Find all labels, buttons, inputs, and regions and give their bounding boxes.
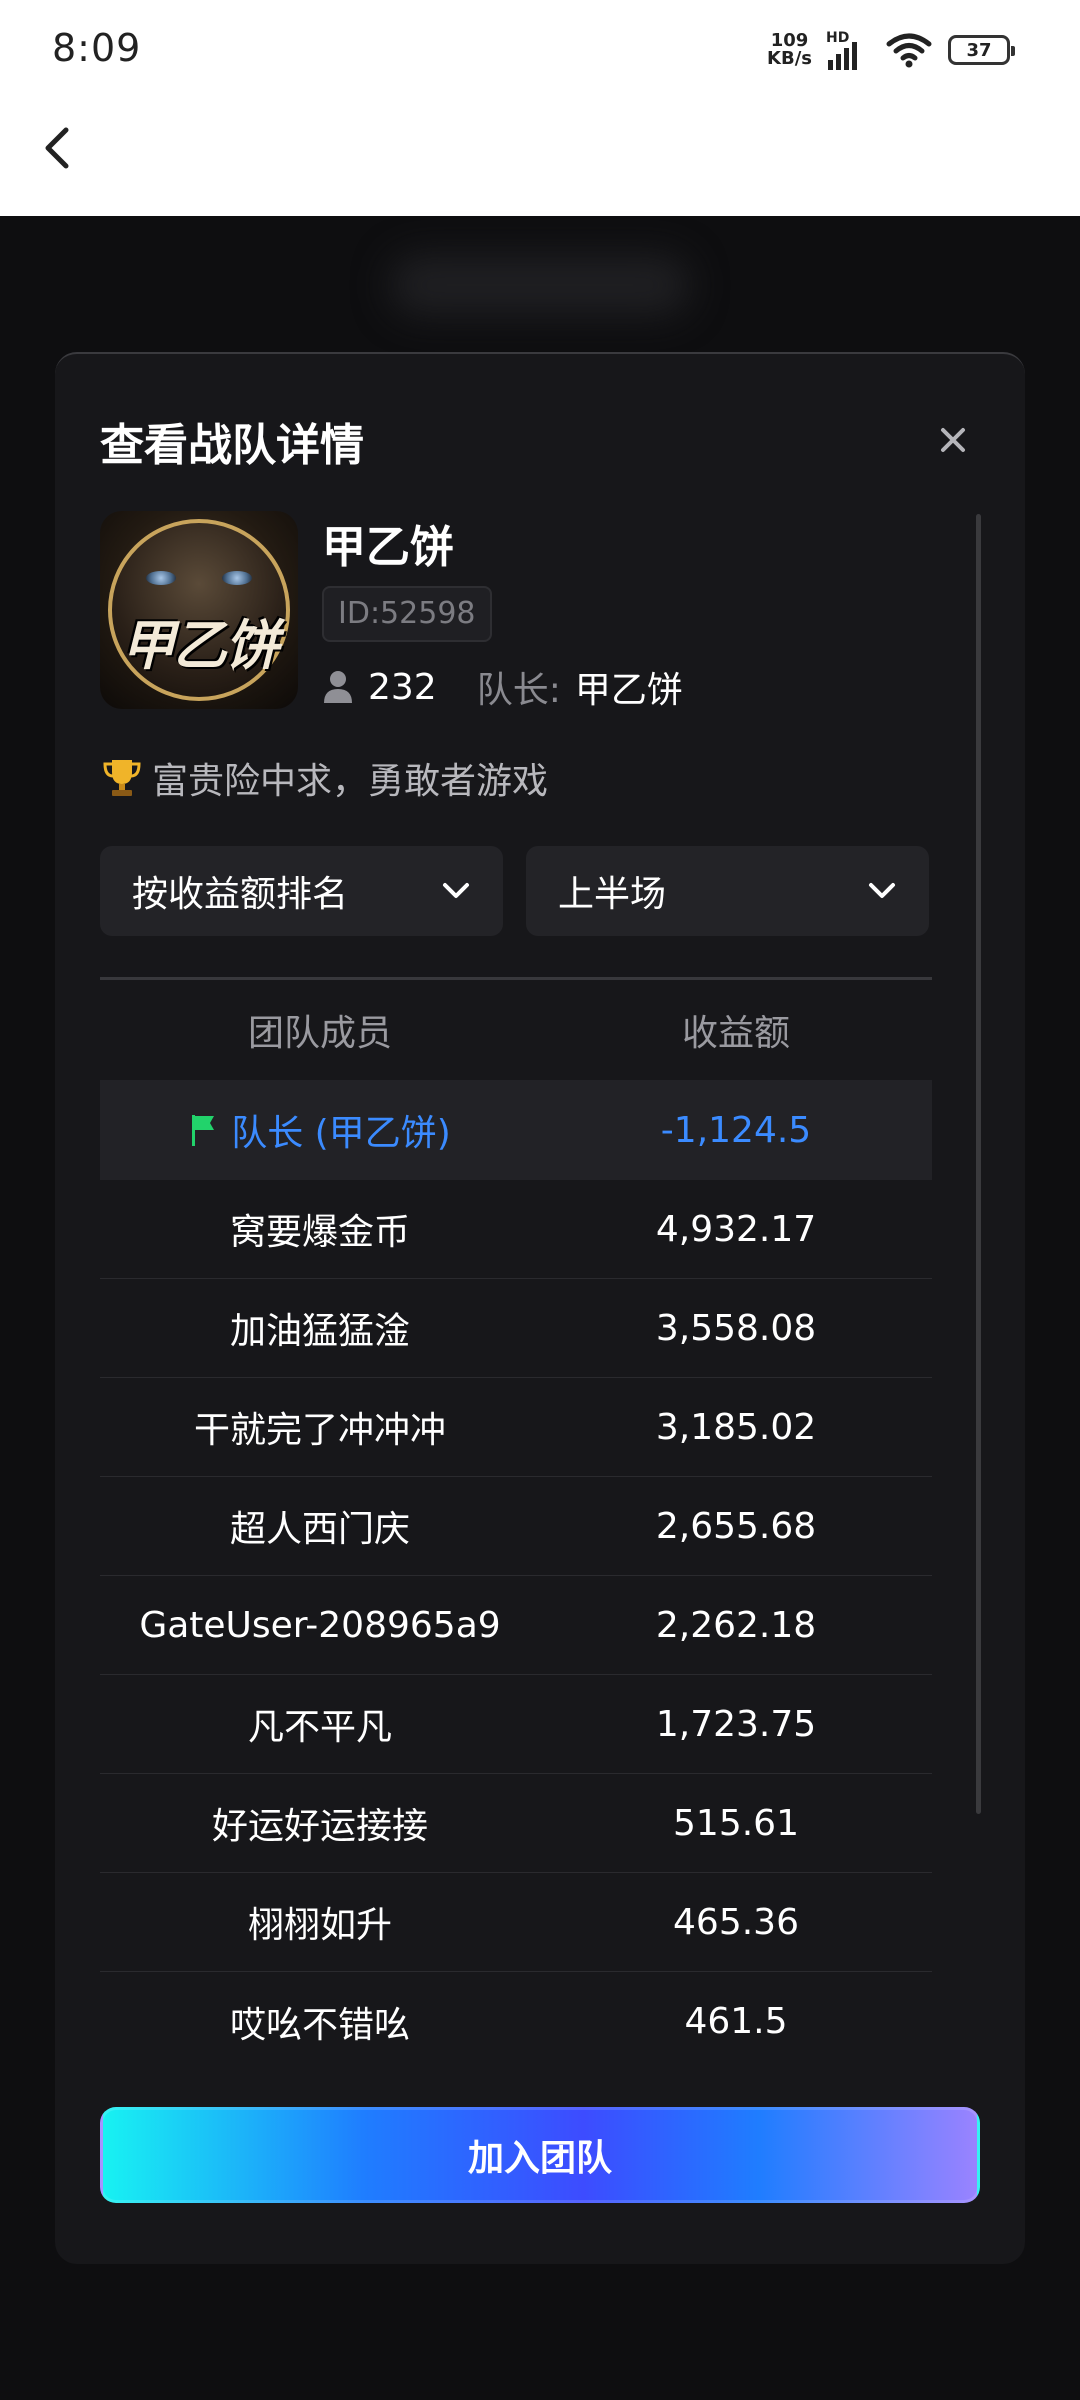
table-row[interactable]: 栩栩如升 465.36 bbox=[100, 1873, 932, 1972]
row-member: 窝要爆金币 bbox=[229, 1212, 410, 1253]
captain-name: 甲乙饼 bbox=[574, 670, 683, 711]
team-slogan: 富贵险中求，勇敢者游戏 bbox=[100, 752, 548, 804]
status-time: 8:09 bbox=[52, 26, 142, 70]
back-button[interactable] bbox=[34, 118, 78, 178]
signal-icon: HD bbox=[826, 30, 870, 70]
captain-row[interactable]: 队长 (甲乙饼) -1,124.5 bbox=[100, 1080, 932, 1180]
team-id-badge: ID:52598 bbox=[322, 586, 492, 642]
chevron-down-icon bbox=[443, 883, 469, 898]
row-member: 加油猛猛淦 bbox=[229, 1311, 410, 1352]
person-icon bbox=[324, 671, 352, 703]
captain-row-member: 队长 (甲乙饼) bbox=[231, 1113, 451, 1154]
row-member: 栩栩如升 bbox=[247, 1905, 392, 1946]
chevron-down-icon bbox=[869, 883, 895, 898]
header-member: 团队成员 bbox=[247, 1013, 392, 1054]
table-row[interactable]: 干就完了冲冲冲 3,185.02 bbox=[100, 1378, 932, 1477]
network-speed-unit: KB/s bbox=[767, 48, 812, 69]
row-member: GateUser-208965a9 bbox=[139, 1604, 501, 1646]
row-profit: 515.61 bbox=[673, 1802, 799, 1844]
team-avatar: 甲乙饼 bbox=[100, 511, 298, 709]
row-member: 凡不平凡 bbox=[247, 1707, 392, 1748]
row-profit: 461.5 bbox=[684, 2001, 788, 2042]
row-profit: 2,262.18 bbox=[655, 1604, 817, 1646]
table-row[interactable]: 超人西门庆 2,655.68 bbox=[100, 1477, 932, 1576]
chevron-left-icon bbox=[45, 127, 69, 169]
network-speed: 109 KB/s bbox=[767, 32, 812, 68]
battery-icon: 37 bbox=[948, 35, 1015, 65]
close-icon bbox=[941, 428, 965, 452]
captain-row-profit: -1,124.5 bbox=[660, 1109, 812, 1151]
table-row[interactable]: 窝要爆金币 4,932.17 bbox=[100, 1180, 932, 1279]
close-button[interactable] bbox=[933, 420, 973, 460]
team-detail-modal: 查看战队详情 甲乙饼 甲乙饼 ID:52598 232 队长: 甲乙饼 富贵险中… bbox=[55, 352, 1025, 2264]
period-select[interactable]: 上半场 bbox=[526, 846, 929, 936]
row-member: 干就完了冲冲冲 bbox=[193, 1410, 446, 1451]
row-member: 好运好运接接 bbox=[211, 1806, 428, 1847]
table-header: 团队成员 收益额 bbox=[100, 980, 932, 1080]
blurred-background-title bbox=[390, 255, 690, 315]
team-meta: 232 队长: 甲乙饼 bbox=[322, 659, 683, 715]
row-profit: 4,932.17 bbox=[655, 1208, 817, 1250]
wifi-icon bbox=[884, 30, 934, 70]
join-team-button[interactable]: 加入团队 bbox=[100, 2107, 980, 2203]
row-profit: 2,655.68 bbox=[655, 1505, 817, 1547]
table-row[interactable]: 哎吆不错吆 461.5 bbox=[100, 1972, 932, 2071]
top-bar: 8:09 109 KB/s HD 37 bbox=[0, 0, 1080, 216]
row-profit: 3,558.08 bbox=[655, 1307, 817, 1349]
table-row[interactable]: 好运好运接接 515.61 bbox=[100, 1774, 932, 1873]
table-row[interactable]: 凡不平凡 1,723.75 bbox=[100, 1675, 932, 1774]
scrollbar[interactable] bbox=[976, 514, 981, 1814]
avatar-logo-text: 甲乙饼 bbox=[121, 614, 279, 677]
row-member: 超人西门庆 bbox=[229, 1509, 410, 1550]
member-table: 团队成员 收益额 队长 (甲乙饼) -1,124.5 窝要爆金币 4,932.1… bbox=[100, 977, 932, 2071]
battery-level: 37 bbox=[966, 39, 992, 61]
captain-label: 队长: bbox=[476, 670, 561, 711]
flag-icon bbox=[192, 1115, 215, 1146]
team-name: 甲乙饼 bbox=[322, 522, 454, 573]
table-row[interactable]: 加油猛猛淦 3,558.08 bbox=[100, 1279, 932, 1378]
row-profit: 3,185.02 bbox=[655, 1406, 817, 1448]
slogan-text: 富贵险中求，勇敢者游戏 bbox=[152, 761, 549, 802]
row-member: 哎吆不错吆 bbox=[229, 2004, 410, 2046]
member-count: 232 bbox=[368, 666, 437, 708]
row-profit: 465.36 bbox=[673, 1901, 799, 1943]
row-profit: 1,723.75 bbox=[655, 1703, 817, 1745]
table-row[interactable]: GateUser-208965a9 2,262.18 bbox=[100, 1576, 932, 1675]
sort-select-value: 按收益额排名 bbox=[132, 874, 349, 915]
modal-title: 查看战队详情 bbox=[100, 420, 364, 471]
filter-row: 按收益额排名 上半场 bbox=[100, 846, 929, 936]
status-icons: 109 KB/s HD 37 bbox=[767, 30, 1015, 70]
period-select-value: 上半场 bbox=[558, 874, 667, 915]
trophy-icon bbox=[103, 760, 141, 796]
header-profit: 收益额 bbox=[681, 1013, 790, 1054]
sort-select[interactable]: 按收益额排名 bbox=[100, 846, 503, 936]
